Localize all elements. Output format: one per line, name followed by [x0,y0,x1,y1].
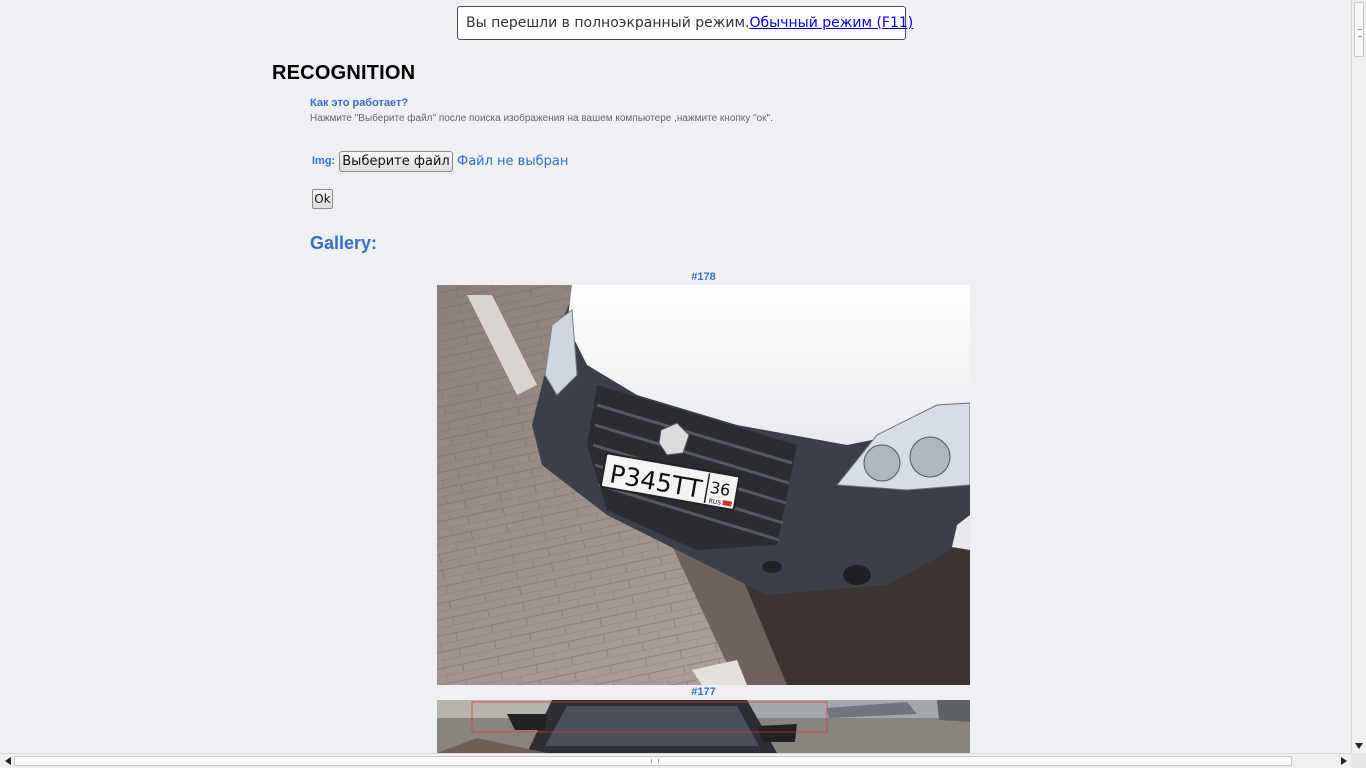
how-it-works-text: Нажмите "Выберите файл" после поиска изо… [310,113,773,124]
grip-icon [651,759,659,763]
vertical-scrollbar[interactable] [1351,0,1366,753]
plate-region-text: 36 [709,478,732,500]
horizontal-scrollbar[interactable] [0,753,1366,768]
triangle-left-icon[interactable] [0,754,15,768]
car-photo-image: P345TT 36 RUS [437,285,970,685]
triangle-right-icon[interactable] [1336,754,1351,768]
exit-fullscreen-link[interactable]: Обычный режим (F11) [750,15,914,31]
how-it-works-title: Как это работает? [310,97,409,109]
img-label: Img: [312,155,336,167]
no-file-selected-text: Файл не выбран [457,154,569,169]
gallery-photo-car[interactable] [437,700,970,753]
browser-viewport: Вы перешли в полноэкранный режим. Обычны… [0,0,1351,753]
page-title: RECOGNITION [272,62,416,84]
horizontal-scroll-thumb[interactable] [14,756,1292,766]
car-photo-image [437,700,970,753]
scrollbar-corner [1351,753,1366,768]
vertical-scroll-thumb[interactable] [1354,2,1364,57]
triangle-down-icon[interactable] [1352,738,1366,753]
gallery-item-caption[interactable]: #177 [437,686,970,698]
ok-submit-button[interactable]: Ok [312,189,333,209]
fullscreen-message: Вы перешли в полноэкранный режим. [466,15,750,31]
fullscreen-notification: Вы перешли в полноэкранный режим. Обычны… [457,6,913,40]
choose-file-button[interactable]: Выберите файл [339,151,453,172]
grip-icon [1358,29,1362,37]
gallery-photo-car[interactable]: P345TT 36 RUS [437,285,970,685]
gallery-item-caption[interactable]: #178 [437,271,970,283]
gallery-title: Gallery: [310,233,378,253]
